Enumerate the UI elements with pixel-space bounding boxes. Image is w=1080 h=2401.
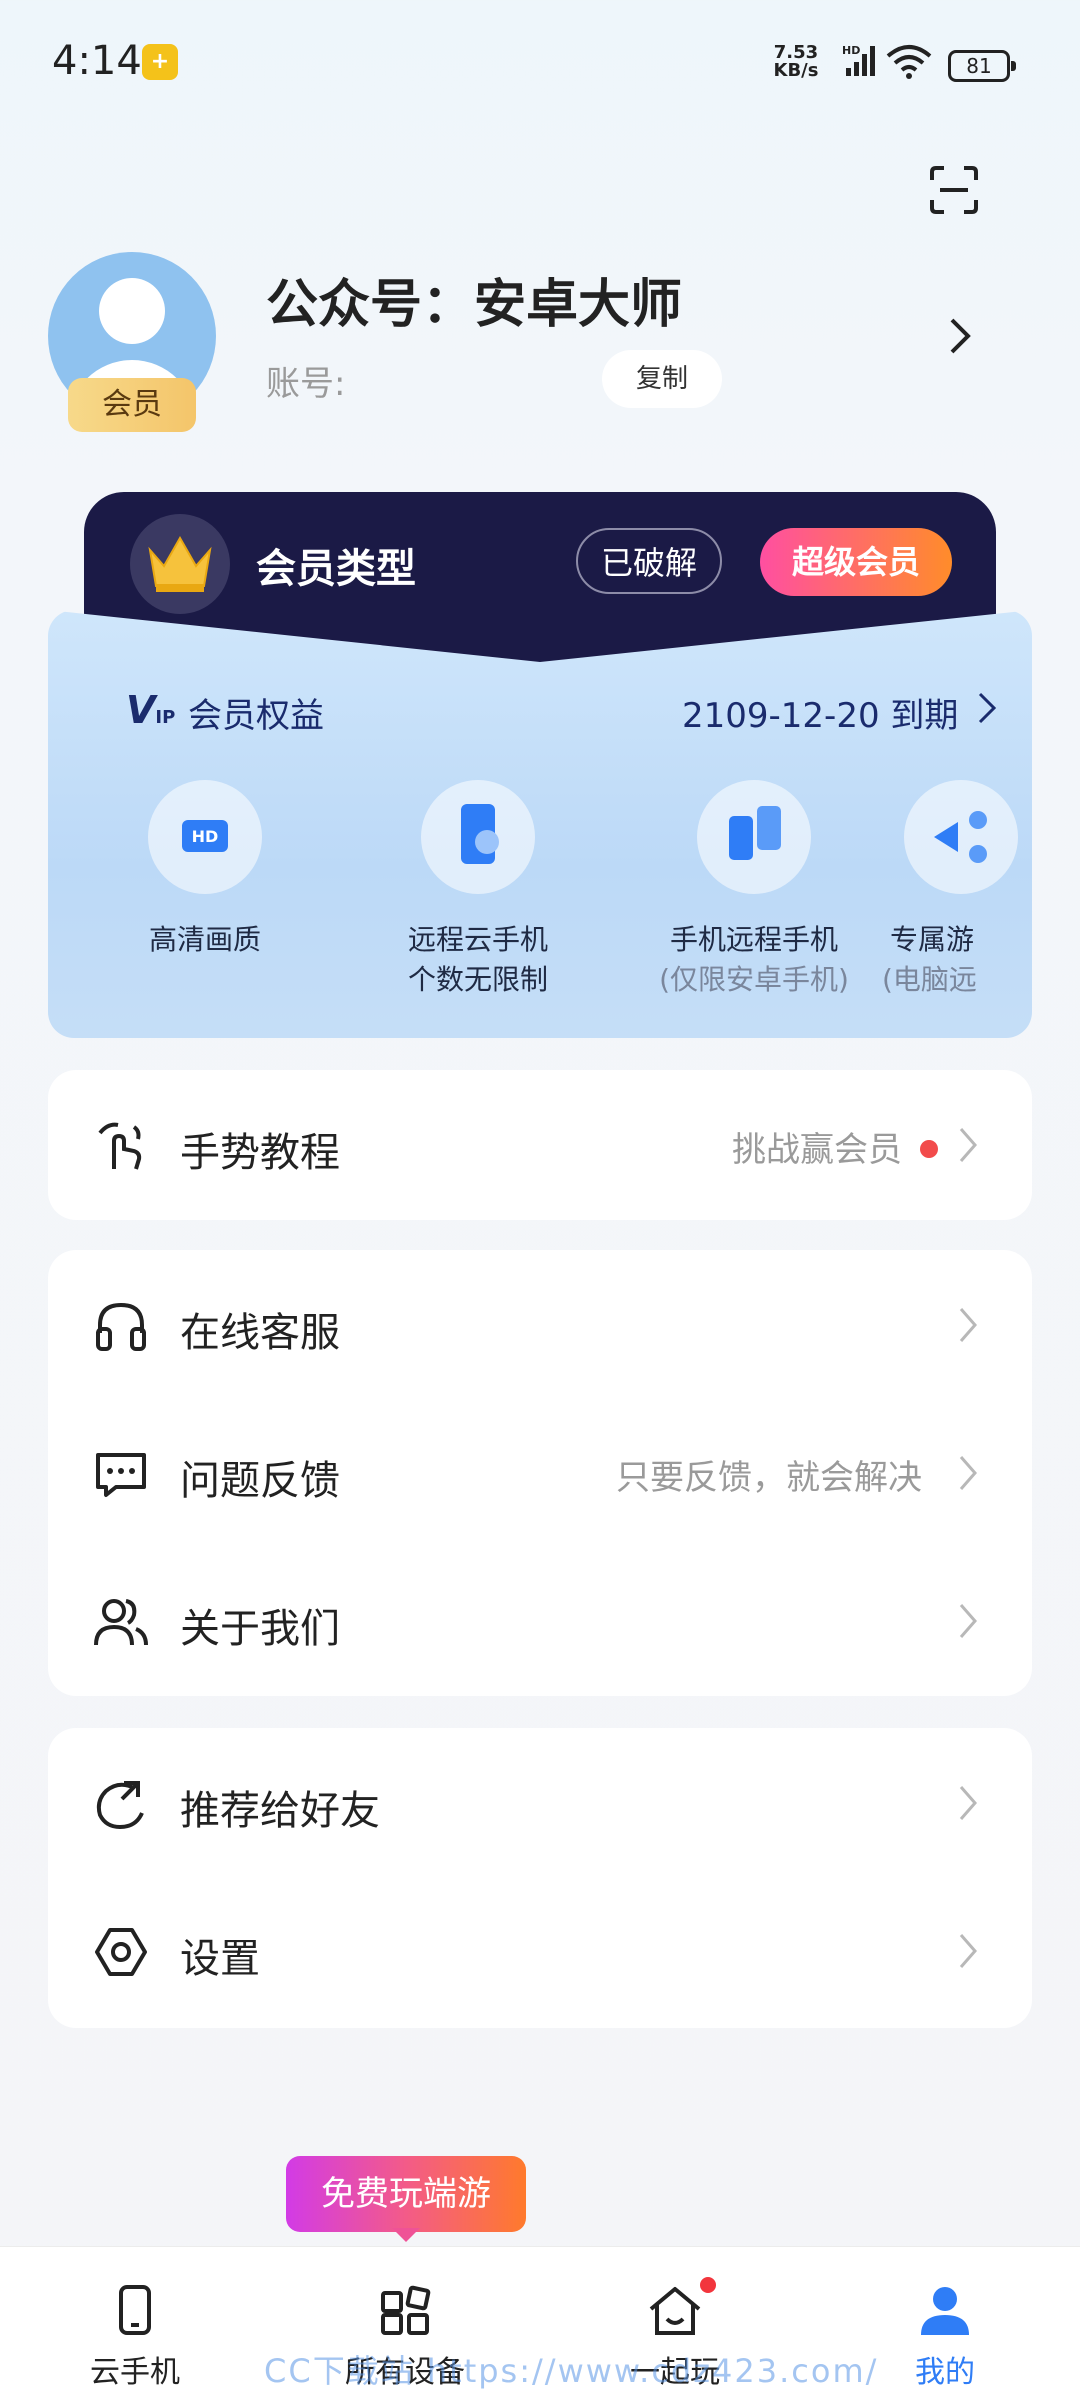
- menu-hint: 只要反馈，就会解决: [616, 1458, 922, 1498]
- benefit-title: 远程云手机: [407, 923, 548, 956]
- benefit-item[interactable]: 手机远程手机 (仅限安卓手机): [629, 780, 879, 1000]
- member-tag: 会员: [68, 378, 196, 432]
- vip-logo-icon: VIP: [126, 688, 175, 732]
- svg-text:HD: HD: [192, 827, 219, 846]
- nav-cloud-phone[interactable]: 云手机: [0, 2247, 270, 2401]
- gesture-card: 手势教程 挑战赢会员: [48, 1070, 1032, 1220]
- expire-chevron-right-icon[interactable]: [976, 690, 998, 726]
- menu-label: 手势教程: [180, 1130, 340, 1176]
- users-icon: [94, 1595, 148, 1649]
- support-card: 在线客服 问题反馈 只要反馈，就会解决 关于我们: [48, 1250, 1032, 1696]
- signal-hd-label: HD: [842, 44, 860, 57]
- chevron-right-icon: [958, 1932, 978, 1970]
- battery-indicator: 81: [948, 50, 1016, 82]
- free-pc-game-promo[interactable]: 免费玩端游: [286, 2156, 526, 2232]
- red-dot-badge: [700, 2277, 716, 2293]
- promo-pointer: [392, 2228, 420, 2242]
- scan-icon[interactable]: [928, 164, 980, 216]
- phone-icon: [119, 2285, 151, 2335]
- watermark: CC下载站 https://www.cdz423.com/: [264, 2352, 879, 2390]
- chevron-right-icon: [958, 1602, 978, 1640]
- menu-label: 设置: [180, 1936, 260, 1982]
- person-icon: [921, 2287, 969, 2335]
- vip-type-label: 会员类型: [256, 546, 416, 592]
- benefit-subtitle: (仅限安卓手机): [659, 963, 849, 996]
- headset-icon: [94, 1299, 148, 1353]
- menu-item-gesture[interactable]: 手势教程 挑战赢会员: [48, 1070, 1032, 1220]
- hd-icon: HD: [148, 780, 262, 894]
- menu-item-share[interactable]: 推荐给好友: [48, 1728, 1032, 1878]
- benefit-item[interactable]: 专属游 (电脑远: [882, 780, 1032, 1000]
- copy-button[interactable]: 复制: [602, 350, 722, 408]
- phone-remote-icon: [697, 780, 811, 894]
- benefit-title: 专属游: [890, 923, 975, 956]
- chevron-right-icon: [958, 1306, 978, 1344]
- status-bar: 4:14 + 7.53 KB/s HD 81: [0, 0, 1080, 120]
- status-time: 4:14: [52, 38, 142, 84]
- benefit-subtitle: 个数无限制: [407, 963, 548, 996]
- profile-chevron-right-icon[interactable]: [944, 316, 974, 356]
- benefit-item[interactable]: HD 高清画质: [80, 780, 330, 960]
- menu-item-feedback[interactable]: 问题反馈 只要反馈，就会解决: [48, 1398, 1032, 1548]
- benefits-row: HD 高清画质 远程云手机 个数无限制 手机远程手机 (仅限安卓手机) 专属游 …: [48, 780, 1032, 1030]
- benefit-item[interactable]: 远程云手机 个数无限制: [353, 780, 603, 1000]
- profile-name: 公众号：安卓大师: [266, 275, 683, 335]
- exclusive-icon: [904, 780, 1018, 894]
- home-icon: [649, 2287, 701, 2335]
- benefits-label: 会员权益: [188, 696, 324, 736]
- crown-icon: [130, 514, 230, 614]
- network-speed: 7.53 KB/s: [760, 44, 832, 80]
- menu-item-about[interactable]: 关于我们: [48, 1546, 1032, 1696]
- account-label: 账号:: [266, 364, 346, 404]
- benefit-title: 手机远程手机: [669, 923, 838, 956]
- menu-hint: 挑战赢会员: [732, 1130, 902, 1170]
- share-icon: [94, 1777, 148, 1831]
- menu-label: 关于我们: [180, 1606, 340, 1652]
- expire-date[interactable]: 2109-12-20 到期: [682, 688, 958, 737]
- menu-item-service[interactable]: 在线客服: [48, 1250, 1032, 1400]
- avatar-head: [99, 278, 165, 344]
- gesture-icon: [94, 1119, 148, 1173]
- benefit-title: 高清画质: [148, 923, 261, 956]
- chevron-right-icon: [958, 1454, 978, 1492]
- notification-icon: +: [142, 44, 178, 80]
- benefit-subtitle: (电脑远: [882, 963, 977, 996]
- menu-label: 推荐给好友: [180, 1788, 380, 1834]
- menu-item-settings[interactable]: 设置: [48, 1876, 1032, 2026]
- settings-icon: [94, 1925, 148, 1979]
- nav-label: 云手机: [90, 2355, 180, 2390]
- network-speed-unit: KB/s: [773, 60, 819, 81]
- cloud-phone-icon: [421, 780, 535, 894]
- chevron-right-icon: [958, 1126, 978, 1164]
- super-member-badge[interactable]: 超级会员: [760, 528, 952, 596]
- vip-logo-small: IP: [155, 707, 176, 728]
- grid-icon: [381, 2285, 431, 2335]
- feedback-icon: [94, 1447, 148, 1501]
- cracked-badge: 已破解: [576, 528, 722, 594]
- chevron-right-icon: [958, 1784, 978, 1822]
- menu-label: 问题反馈: [180, 1458, 340, 1504]
- vip-logo-letter: V: [126, 688, 156, 732]
- red-dot-badge: [920, 1140, 938, 1158]
- misc-card: 推荐给好友 设置: [48, 1728, 1032, 2028]
- wifi-icon: [884, 44, 934, 84]
- signal-icon: HD: [842, 44, 878, 82]
- menu-label: 在线客服: [180, 1310, 340, 1356]
